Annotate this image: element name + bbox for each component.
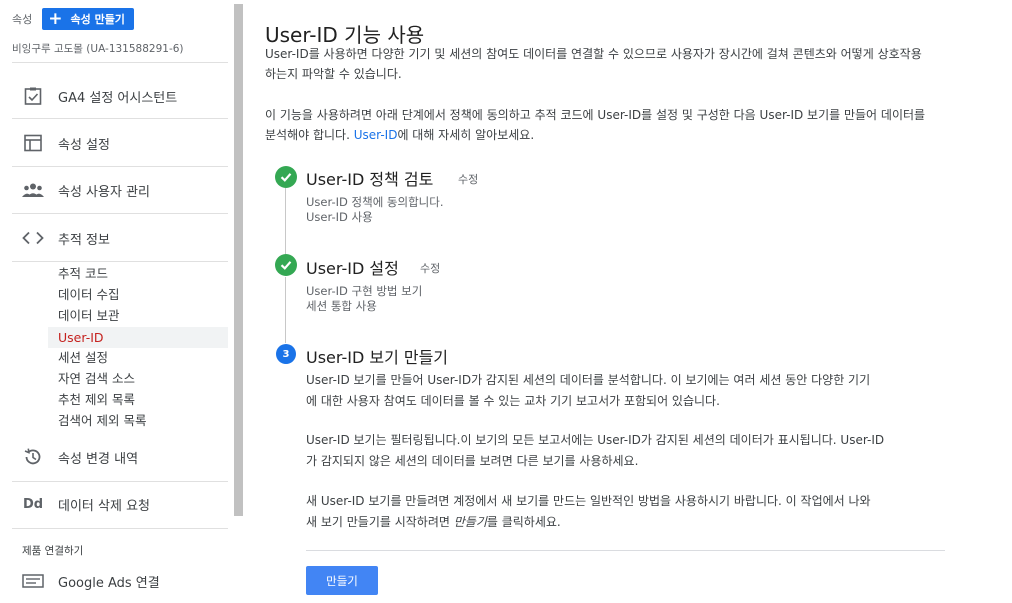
step-3-paragraph-3: 새 User-ID 보기를 만들려면 계정에서 새 보기를 만드는 일반적인 방… — [306, 491, 956, 533]
sidebar-subitem-search-term-exclusion[interactable]: 검색어 제외 목록 — [48, 410, 228, 431]
ads-icon — [16, 574, 50, 588]
sidebar-subitem-organic-search-sources[interactable]: 자연 검색 소스 — [48, 368, 228, 389]
step-3-line: 에 대한 사용자 참여도 데이터를 볼 수 있는 교차 기기 보고서가 포함되어… — [306, 394, 720, 408]
checklist-icon — [16, 86, 50, 106]
sidebar-subitem-tracking-code[interactable]: 추적 코드 — [48, 263, 228, 284]
step-3-line: 새 보기 만들기를 시작하려면 만들기를 클릭하세요. — [306, 512, 956, 533]
divider — [12, 213, 228, 214]
sidebar-item-label: 데이터 삭제 요청 — [58, 498, 150, 514]
sidebar-item-label: 속성 사용자 관리 — [58, 184, 150, 200]
sidebar-item-ga4-setup[interactable]: GA4 설정 어시스턴트 — [12, 75, 228, 117]
sidebar-subitem-data-collection[interactable]: 데이터 수집 — [48, 284, 228, 305]
sidebar-item-label: 추적 정보 — [58, 232, 110, 248]
sidebar-item-label: 속성 변경 내역 — [58, 451, 139, 467]
divider — [12, 118, 228, 119]
step-1-desc-line: User-ID 정책에 동의합니다. — [306, 195, 444, 209]
step-connector — [285, 277, 286, 343]
sidebar-item-change-history[interactable]: 속성 변경 내역 — [12, 436, 228, 478]
divider — [12, 481, 228, 482]
step-2-description: User-ID 구현 방법 보기 세션 통합 사용 — [306, 284, 422, 314]
intro-line: 하는지 파악할 수 있습니다. — [265, 67, 402, 81]
sidebar-scrollbar[interactable] — [234, 4, 243, 516]
intro-line: User-ID를 사용하면 다양한 기기 및 세션의 참여도 데이터를 연결할 … — [265, 47, 922, 61]
step-2-desc-line: User-ID 구현 방법 보기 — [306, 284, 423, 298]
layout-icon — [16, 133, 50, 153]
property-name[interactable]: 비잉구루 고도몰 (UA-131588291-6) — [12, 41, 184, 56]
step-3-paragraph-1: User-ID 보기를 만들어 User-ID가 감지된 세션의 데이터를 분석… — [306, 370, 956, 412]
step-3-line: 가 감지되지 않은 세션의 데이터를 보려면 다른 보기를 사용하세요. — [306, 454, 639, 468]
sidebar-item-label: 속성 설정 — [58, 137, 110, 153]
divider — [12, 528, 228, 529]
sidebar-item-property-settings[interactable]: 속성 설정 — [12, 122, 228, 164]
sidebar-item-label: GA4 설정 어시스턴트 — [58, 90, 178, 106]
step-connector — [285, 188, 286, 254]
step-1-check-icon — [275, 166, 297, 188]
step-3-text: 새 보기 만들기를 시작하려면 — [306, 515, 454, 529]
intro-paragraph: User-ID를 사용하면 다양한 기기 및 세션의 참여도 데이터를 연결할 … — [265, 44, 1005, 84]
divider — [12, 62, 228, 63]
step-2-edit-link[interactable]: 수정 — [420, 260, 440, 276]
step-1-description: User-ID 정책에 동의합니다. User-ID 사용 — [306, 195, 443, 225]
create-property-label: 속성 만들기 — [70, 13, 125, 26]
sidebar-subitem-referral-exclusion[interactable]: 추천 제외 목록 — [48, 389, 228, 410]
data-deletion-icon: Dd — [22, 496, 44, 512]
sidebar: 속성 + 속성 만들기 비잉구루 고도몰 (UA-131588291-6) GA… — [0, 0, 232, 603]
people-icon — [16, 182, 50, 198]
divider — [12, 166, 228, 167]
sidebar-item-data-deletion[interactable]: Dd 데이터 삭제 요청 — [12, 483, 228, 525]
step-3-text: 를 클릭하세요. — [486, 515, 561, 529]
sidebar-subitem-user-id[interactable]: User-ID — [48, 327, 228, 348]
history-icon — [16, 447, 50, 467]
step-1-edit-link[interactable]: 수정 — [458, 171, 478, 187]
sidebar-item-label: Google Ads 연결 — [58, 575, 160, 591]
step-3-title: User-ID 보기 만들기 — [306, 348, 449, 367]
sidebar-item-tracking-info[interactable]: 추적 정보 — [12, 217, 228, 259]
step-2-desc-line: 세션 통합 사용 — [306, 299, 377, 313]
user-id-learn-more-link[interactable]: User-ID — [354, 128, 398, 142]
step-3-paragraph-2: User-ID 보기는 필터링됩니다.이 보기의 모든 보고서에는 User-I… — [306, 430, 956, 472]
divider — [12, 261, 228, 262]
setup-text: 에 대해 자세히 알아보세요. — [397, 128, 535, 142]
create-property-button[interactable]: + 속성 만들기 — [42, 8, 134, 30]
step-2-title: User-ID 설정 — [306, 259, 399, 278]
property-header: 속성 + 속성 만들기 — [12, 8, 134, 30]
sidebar-item-google-ads-linking[interactable]: Google Ads 연결 — [12, 560, 228, 602]
step-2-check-icon — [275, 254, 297, 276]
sidebar-item-user-management[interactable]: 속성 사용자 관리 — [12, 169, 228, 211]
step-1-title: User-ID 정책 검토 — [306, 170, 434, 189]
create-view-button[interactable]: 만들기 — [306, 566, 378, 595]
product-linking-title: 제품 연결하기 — [22, 545, 84, 557]
step-3-number-badge: 3 — [276, 344, 296, 364]
setup-text: 분석해야 합니다. — [265, 128, 354, 142]
step-3-line: User-ID 보기를 만들어 User-ID가 감지된 세션의 데이터를 분석… — [306, 373, 871, 387]
step-3-line: 새 User-ID 보기를 만들려면 계정에서 새 보기를 만드는 일반적인 방… — [306, 494, 871, 508]
step-3-emphasis: 만들기 — [453, 515, 487, 529]
step-3-line: User-ID 보기는 필터링됩니다.이 보기의 모든 보고서에는 User-I… — [306, 433, 885, 447]
sidebar-subitem-data-retention[interactable]: 데이터 보관 — [48, 305, 228, 326]
divider — [306, 550, 945, 551]
step-1-desc-line: User-ID 사용 — [306, 210, 373, 224]
property-label: 속성 — [12, 13, 33, 26]
setup-line: 분석해야 합니다. User-ID에 대해 자세히 알아보세요. — [265, 125, 1005, 145]
code-icon — [16, 231, 50, 245]
plus-icon: + — [48, 8, 63, 29]
sidebar-subitem-session-settings[interactable]: 세션 설정 — [48, 347, 228, 368]
setup-paragraph: 이 기능을 사용하려면 아래 단계에서 정책에 동의하고 추적 코드에 User… — [265, 105, 1005, 145]
setup-line: 이 기능을 사용하려면 아래 단계에서 정책에 동의하고 추적 코드에 User… — [265, 108, 926, 122]
